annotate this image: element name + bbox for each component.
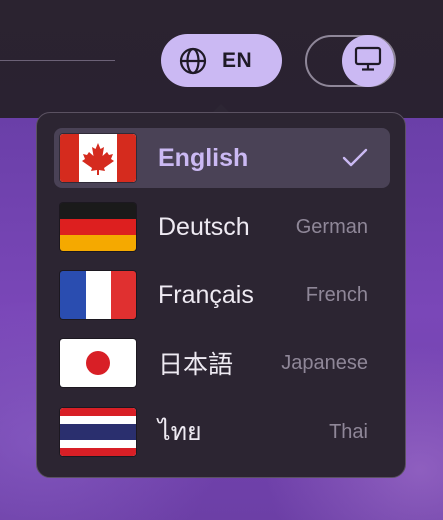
canada-flag-icon — [60, 134, 136, 182]
language-english-name: French — [305, 283, 368, 306]
top-bar: EN — [0, 0, 443, 118]
language-option-japanese[interactable]: 日本語 Japanese — [54, 333, 390, 393]
germany-flag-icon — [60, 203, 136, 251]
language-dropdown: English Deutsch German Français French 日… — [36, 112, 406, 478]
checkmark-icon — [342, 148, 368, 168]
monitor-icon — [354, 46, 382, 77]
language-option-french[interactable]: Français French — [54, 265, 390, 325]
language-native-name: English — [158, 143, 249, 172]
france-flag-icon — [60, 271, 136, 319]
divider-line — [0, 60, 115, 61]
language-english-name: German — [295, 215, 368, 238]
language-code: EN — [222, 48, 253, 72]
language-option-german[interactable]: Deutsch German — [54, 197, 390, 257]
thailand-flag-icon — [60, 408, 136, 456]
theme-toggle-knob[interactable] — [342, 35, 394, 87]
language-native-name: ไทย — [158, 418, 202, 446]
language-native-name: Deutsch — [158, 212, 250, 241]
japan-flag-icon — [60, 339, 136, 387]
language-english-name: Japanese — [281, 351, 368, 374]
language-english-name: Thai — [329, 420, 368, 443]
theme-toggle[interactable] — [305, 35, 396, 87]
language-option-thai[interactable]: ไทย Thai — [54, 402, 390, 462]
language-button[interactable]: EN — [161, 34, 282, 87]
globe-icon — [178, 46, 208, 76]
language-native-name: Français — [158, 280, 254, 309]
language-option-english[interactable]: English — [54, 128, 390, 188]
language-native-name: 日本語 — [158, 351, 234, 379]
